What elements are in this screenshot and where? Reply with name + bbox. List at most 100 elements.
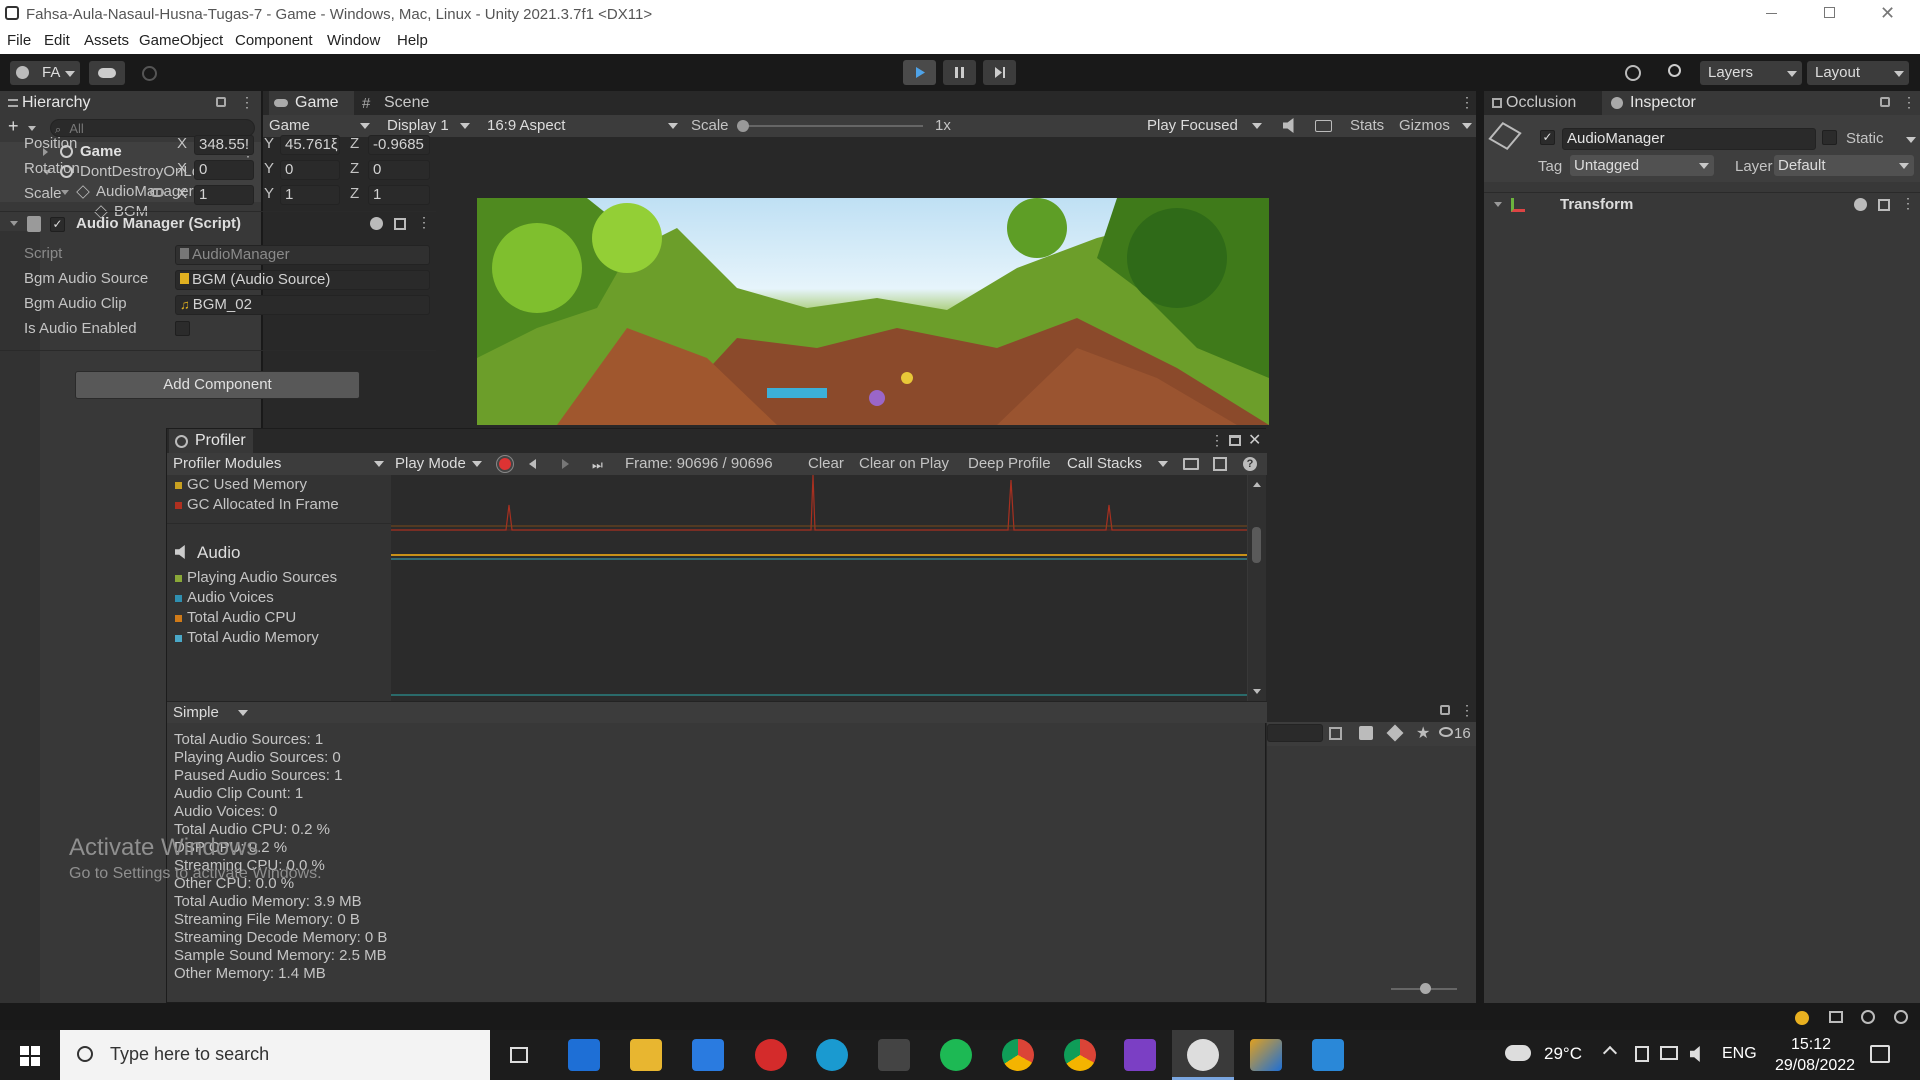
input-language[interactable]: ENG: [1722, 1045, 1757, 1063]
current-frame-icon[interactable]: ⏭: [592, 458, 603, 473]
cloud-button[interactable]: [89, 61, 125, 85]
hidden-packages-icon[interactable]: [1439, 727, 1453, 737]
deep-profile-button[interactable]: Deep Profile: [968, 454, 1051, 474]
clock-date[interactable]: 29/08/2022: [1775, 1057, 1855, 1075]
menu-assets[interactable]: Assets: [84, 32, 129, 49]
foldout-arrow-icon[interactable]: [1494, 202, 1502, 207]
help-icon[interactable]: [370, 217, 383, 230]
keyboard-icon[interactable]: [1315, 120, 1332, 132]
account-button[interactable]: FA: [10, 61, 80, 85]
object-name-input[interactable]: AudioManager: [1562, 128, 1816, 150]
maximize-icon[interactable]: [1229, 435, 1241, 446]
rotation-y-field[interactable]: 0: [280, 160, 340, 180]
windows-start-icon[interactable]: [20, 1046, 40, 1066]
rotation-z-field[interactable]: 0: [368, 160, 430, 180]
help-icon[interactable]: ?: [1243, 457, 1257, 471]
is-audio-enabled-checkbox[interactable]: [175, 321, 190, 336]
scroll-up-icon[interactable]: [1253, 482, 1261, 487]
history-icon[interactable]: [1625, 65, 1641, 81]
kebab-menu-icon[interactable]: ⋮: [1901, 195, 1915, 212]
zoom-slider-thumb[interactable]: [1420, 983, 1431, 994]
collab-icon[interactable]: [142, 66, 157, 81]
position-x-field[interactable]: 348.55!: [194, 135, 254, 155]
legend-total-audio-cpu[interactable]: Total Audio CPU: [187, 608, 296, 628]
tab-game[interactable]: Game: [269, 91, 354, 115]
play-focused-dropdown[interactable]: Play Focused: [1143, 115, 1267, 136]
menu-gameobject[interactable]: GameObject: [139, 32, 223, 49]
label-icon[interactable]: [1386, 724, 1404, 742]
preset-icon[interactable]: [394, 218, 406, 230]
legend-audio-voices[interactable]: Audio Voices: [187, 588, 274, 608]
scale-z-field[interactable]: 1: [368, 185, 430, 205]
constrain-proportions-icon[interactable]: [150, 188, 164, 197]
legend-total-audio-memory[interactable]: Total Audio Memory: [187, 628, 319, 648]
save-icon[interactable]: [1213, 457, 1227, 471]
rotation-x-field[interactable]: 0: [194, 160, 254, 180]
menu-help[interactable]: Help: [397, 32, 428, 49]
sourcetree-icon[interactable]: [1250, 1039, 1282, 1071]
microsoft-store-icon[interactable]: [568, 1039, 600, 1071]
kebab-menu-icon[interactable]: ⋮: [1210, 432, 1224, 449]
bgm-audio-source-field[interactable]: BGM (Audio Source): [175, 270, 430, 290]
visual-studio-icon[interactable]: [1124, 1039, 1156, 1071]
step-button[interactable]: [983, 60, 1016, 85]
lock-icon[interactable]: [216, 97, 226, 107]
network-icon[interactable]: [1660, 1046, 1678, 1060]
mail-icon[interactable]: [692, 1039, 724, 1071]
game-mode-dropdown[interactable]: Game: [265, 115, 375, 136]
component-enabled-checkbox[interactable]: ✓: [50, 217, 65, 232]
kebab-menu-icon[interactable]: ⋮: [1460, 94, 1474, 111]
antivirus-icon[interactable]: [755, 1039, 787, 1071]
static-dropdown-icon[interactable]: [1906, 137, 1916, 143]
foldout-arrow-icon[interactable]: [10, 221, 18, 226]
record-icon[interactable]: [497, 456, 513, 472]
clear-button[interactable]: Clear: [808, 454, 844, 474]
file-explorer-icon[interactable]: [630, 1039, 662, 1071]
unity-editor-taskbar-button[interactable]: [1172, 1030, 1234, 1080]
play-button[interactable]: [903, 60, 936, 85]
check-status-icon[interactable]: [1894, 1010, 1908, 1024]
script-component-header[interactable]: ✓ Audio Manager (Script) ⋮: [0, 211, 436, 235]
legend-gc-allocated[interactable]: GC Allocated In Frame: [187, 495, 339, 515]
add-component-button[interactable]: Add Component: [75, 371, 360, 399]
chart-scrollbar[interactable]: [1248, 475, 1266, 701]
transform-header[interactable]: Transform ⋮: [1484, 192, 1920, 216]
meet-now-icon[interactable]: [1635, 1046, 1649, 1062]
menu-component[interactable]: Component: [235, 32, 313, 49]
pause-button[interactable]: [943, 60, 976, 85]
view-mode-dropdown[interactable]: Simple: [169, 702, 253, 723]
profiler-chart-area[interactable]: [391, 475, 1247, 701]
clear-on-play-button[interactable]: Clear on Play: [859, 454, 949, 474]
minimize-icon[interactable]: [1766, 13, 1777, 14]
spotify-icon[interactable]: [940, 1039, 972, 1071]
stats-button[interactable]: Stats: [1350, 116, 1384, 136]
layout-dropdown[interactable]: Layout: [1807, 61, 1909, 85]
scrollbar-thumb[interactable]: [1252, 527, 1261, 563]
filter-icon[interactable]: [1359, 726, 1373, 740]
weather-temperature[interactable]: 29°C: [1544, 1044, 1582, 1064]
kebab-menu-icon[interactable]: ⋮: [1902, 94, 1916, 111]
aspect-dropdown[interactable]: 16:9 Aspect: [483, 115, 683, 136]
help-icon[interactable]: [1854, 198, 1867, 211]
position-y-field[interactable]: 45.761ξ: [280, 135, 340, 155]
mute-audio-icon[interactable]: [1283, 118, 1294, 133]
edge-icon[interactable]: [816, 1039, 848, 1071]
chrome-profile-icon[interactable]: [1064, 1039, 1096, 1071]
unity-hub-icon[interactable]: [878, 1039, 910, 1071]
lock-icon[interactable]: [1440, 705, 1450, 715]
preset-icon[interactable]: [1878, 199, 1890, 211]
bgm-audio-clip-field[interactable]: ♫ BGM_02: [175, 295, 430, 315]
photos-icon[interactable]: [1312, 1039, 1344, 1071]
close-icon[interactable]: ✕: [1880, 3, 1895, 24]
first-frame-icon[interactable]: [529, 459, 536, 469]
kebab-menu-icon[interactable]: ⋮: [417, 214, 431, 231]
chrome-icon[interactable]: [1002, 1039, 1034, 1071]
search-icon[interactable]: [1668, 64, 1681, 77]
static-checkbox[interactable]: [1822, 130, 1837, 145]
kebab-menu-icon[interactable]: ⋮: [240, 94, 254, 111]
legend-playing-audio-sources[interactable]: Playing Audio Sources: [187, 568, 337, 588]
chevron-up-icon[interactable]: [1602, 1045, 1618, 1061]
foldout-arrow-icon[interactable]: [61, 190, 69, 195]
next-frame-icon[interactable]: [562, 459, 569, 469]
close-icon[interactable]: ✕: [1248, 430, 1261, 450]
